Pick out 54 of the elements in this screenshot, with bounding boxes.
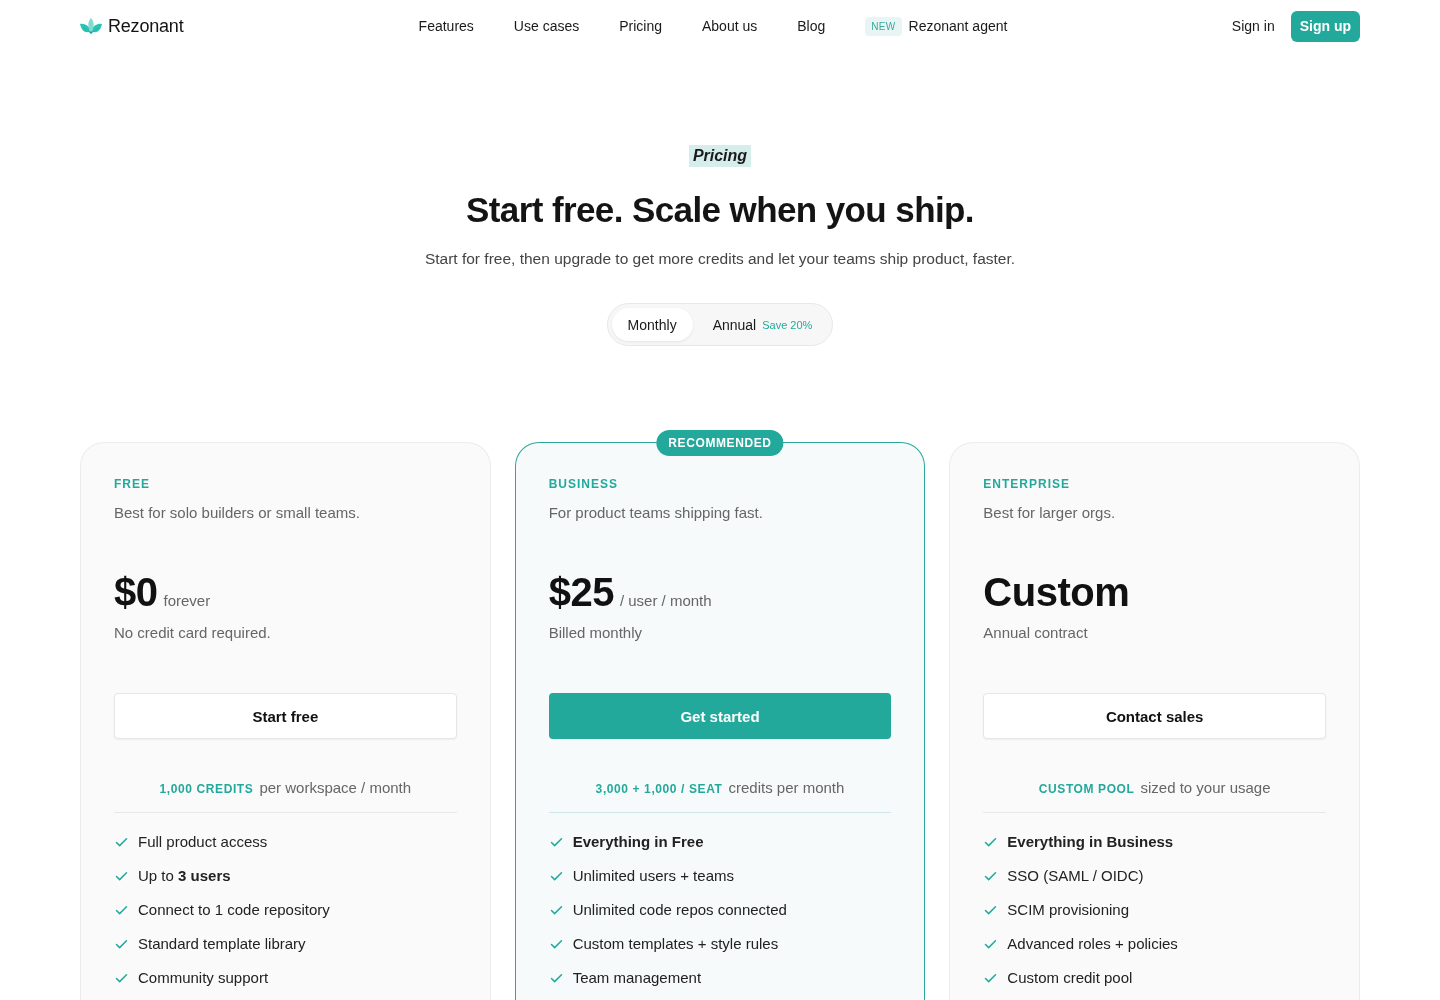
new-badge: NEW bbox=[865, 16, 902, 36]
feature-text: Advanced roles + policies bbox=[1007, 934, 1178, 954]
billing-option[interactable]: Annual Save 20% bbox=[696, 308, 829, 341]
logo-icon bbox=[80, 18, 102, 34]
price-amount: $25 bbox=[548, 569, 614, 616]
recommended-badge: RECOMMENDED bbox=[656, 430, 784, 456]
feature-text: Up to 3 users bbox=[138, 866, 231, 886]
plan-name-label: BUSINESS bbox=[548, 476, 618, 492]
credits-description: credits per month bbox=[728, 779, 845, 796]
price-period: / user / month bbox=[619, 592, 712, 609]
feature-text: Unlimited code repos connected bbox=[572, 900, 787, 920]
nav-link[interactable]: Rezonant agent bbox=[908, 18, 1008, 34]
plan-name-label: ENTERPRISE bbox=[983, 476, 1070, 492]
feature-text: Team management bbox=[572, 968, 702, 988]
feature-text: SSO (SAML / OIDC) bbox=[1007, 866, 1144, 886]
price-period: forever bbox=[163, 592, 211, 609]
feature-text: Everything in Free bbox=[572, 832, 704, 852]
credits-description: sized to your usage bbox=[1140, 779, 1271, 796]
feature-text: SCIM provisioning bbox=[1007, 900, 1130, 920]
cta-button[interactable]: Contact sales bbox=[983, 693, 1326, 739]
brand-name: Rezonant bbox=[108, 15, 184, 37]
price-note: No credit card required. bbox=[114, 623, 271, 643]
feature-text: Custom templates + style rules bbox=[572, 934, 779, 954]
feature-text: Custom credit pool bbox=[1007, 968, 1133, 988]
nav-link[interactable]: Use cases bbox=[513, 18, 580, 34]
feature-text: Full product access bbox=[138, 832, 268, 852]
price-note: Billed monthly bbox=[548, 623, 643, 643]
cta-button[interactable]: Start free bbox=[114, 693, 457, 739]
credits-description: per workspace / month bbox=[259, 779, 412, 796]
nav-link[interactable]: Features bbox=[418, 18, 474, 34]
discount-note: Save 20% bbox=[762, 318, 813, 331]
plan-name-label: FREE bbox=[114, 476, 150, 492]
section-eyebrow: Pricing bbox=[688, 145, 752, 167]
nav-link[interactable]: Pricing bbox=[619, 18, 662, 34]
price-amount: $0 bbox=[114, 569, 158, 616]
plan-description: Best for solo builders or small teams. bbox=[114, 503, 360, 523]
nav-link[interactable]: About us bbox=[702, 18, 758, 34]
billing-option[interactable]: Monthly bbox=[611, 308, 693, 341]
sign-in-link[interactable]: Sign in bbox=[1231, 18, 1275, 34]
nav-link[interactable]: Blog bbox=[797, 18, 826, 34]
feature-text: Everything in Business bbox=[1007, 832, 1174, 852]
plan-description: For product teams shipping fast. bbox=[548, 503, 763, 523]
credits-amount: CUSTOM POOL bbox=[1038, 782, 1135, 796]
feature-text: Unlimited users + teams bbox=[572, 866, 734, 886]
credits-amount: 1,000 CREDITS bbox=[159, 782, 254, 796]
feature-text: Connect to 1 code repository bbox=[138, 900, 330, 920]
credits-amount: 3,000 + 1,000 / SEAT bbox=[595, 782, 723, 796]
feature-text: Community support bbox=[138, 968, 269, 988]
plan-description: Best for larger orgs. bbox=[983, 503, 1116, 523]
page-heading: Start free. Scale when you ship. bbox=[466, 189, 974, 231]
price-note: Annual contract bbox=[983, 623, 1088, 643]
page-subtitle: Start for free, then upgrade to get more credits and let your teams ship product, faster. bbox=[424, 249, 1016, 269]
price-amount: Custom bbox=[983, 569, 1130, 616]
feature-text: Standard template library bbox=[138, 934, 306, 954]
